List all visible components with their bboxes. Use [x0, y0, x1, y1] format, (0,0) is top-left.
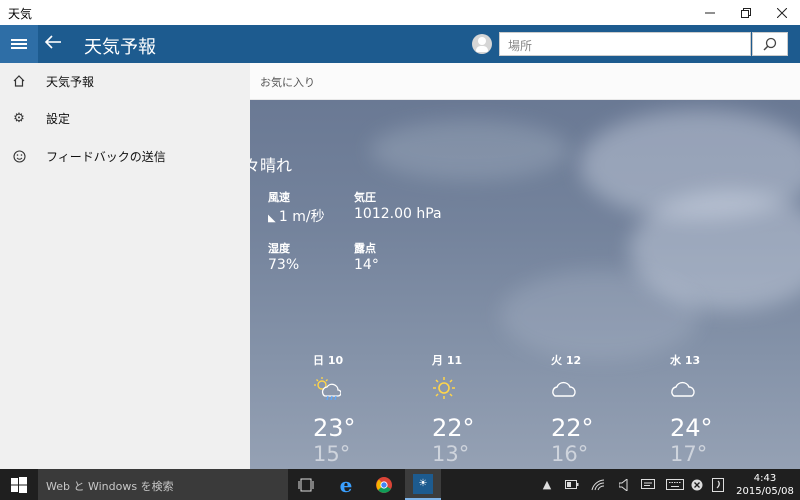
- cloud-icon: [552, 381, 576, 397]
- humidity-value: 73%: [268, 257, 300, 273]
- show-hidden-icons-button[interactable]: ▲: [540, 469, 554, 500]
- forecast-high: 24°: [670, 414, 713, 442]
- wind-direction-icon: ◣: [268, 213, 279, 224]
- wind-label: 風速: [268, 191, 290, 204]
- cloud-icon: [671, 381, 695, 397]
- forecast-high: 22°: [432, 414, 475, 442]
- favorites-label[interactable]: お気に入り: [260, 74, 315, 90]
- cloud-background: [500, 270, 700, 360]
- clock-date: 2015/05/08: [736, 486, 794, 497]
- search-icon: [763, 37, 777, 51]
- forecast-day[interactable]: 火 12 22° 16°: [551, 352, 631, 466]
- task-view-button[interactable]: [288, 469, 324, 500]
- speaker-icon: [619, 478, 628, 491]
- chrome-icon: [376, 476, 392, 493]
- app-title: 天気予報: [84, 37, 156, 58]
- nav-item-feedback[interactable]: フィードバックの送信: [0, 138, 250, 174]
- forecast-high: 22°: [551, 414, 594, 442]
- forecast-low: 16°: [551, 442, 589, 466]
- ime-icon: [712, 477, 724, 492]
- notification-icon: [641, 478, 655, 489]
- action-center-button[interactable]: [638, 469, 658, 500]
- nav-item-label: フィードバックの送信: [46, 149, 166, 164]
- chrome-button[interactable]: [366, 469, 402, 500]
- forecast-day-label: 月 11: [432, 354, 463, 367]
- pressure-label: 気圧: [354, 191, 376, 204]
- nav-item-forecast[interactable]: 天気予報: [0, 63, 250, 99]
- app-header: 天気予報 場所: [0, 25, 800, 63]
- taskbar: Web と Windows を検索 e ☀ ▲ 4:43 2015/05/08: [0, 469, 800, 500]
- ime-indicator[interactable]: [708, 469, 728, 500]
- dewpoint-label: 露点: [354, 242, 376, 255]
- home-icon: [11, 73, 27, 89]
- restore-icon: [741, 7, 751, 18]
- hamburger-menu-button[interactable]: [0, 25, 38, 63]
- back-button[interactable]: [44, 32, 62, 56]
- forecast-low: 15°: [313, 442, 351, 466]
- close-circle-icon: [691, 479, 703, 490]
- minimize-icon: [705, 12, 715, 13]
- keyboard-button[interactable]: [664, 469, 686, 500]
- forecast-day[interactable]: 水 13 24° 17°: [670, 352, 750, 466]
- forecast-day-label: 水 13: [670, 354, 701, 367]
- window-titlebar: 天気: [0, 0, 800, 25]
- start-button[interactable]: [0, 469, 38, 500]
- chevron-up-icon: ▲: [542, 478, 552, 491]
- nav-item-settings[interactable]: ⚙ 設定: [0, 100, 250, 136]
- edge-icon: e: [339, 472, 353, 497]
- forecast-low: 13°: [432, 442, 470, 466]
- weather-app-icon: ☀: [413, 473, 433, 494]
- nav-item-label: 設定: [46, 111, 71, 126]
- rain-sun-icon: [314, 377, 342, 401]
- current-condition: 々晴れ: [250, 156, 293, 175]
- forecast-low: 17°: [670, 442, 708, 466]
- minimize-button[interactable]: [694, 0, 726, 25]
- nav-item-label: 天気予報: [46, 74, 95, 89]
- forecast-day-label: 日 10: [313, 354, 344, 367]
- taskbar-search-input[interactable]: Web と Windows を検索: [38, 469, 288, 500]
- wind-value: ◣ 1 m/秒: [268, 209, 325, 225]
- wifi-icon: [591, 479, 605, 490]
- network-indicator[interactable]: [588, 469, 608, 500]
- close-button[interactable]: [766, 0, 798, 25]
- sun-icon: [433, 377, 455, 399]
- cloud-background: [370, 120, 570, 180]
- battery-icon: [565, 480, 579, 489]
- close-icon: [777, 7, 787, 18]
- user-account-icon[interactable]: [472, 34, 492, 54]
- location-search-input[interactable]: 場所: [499, 32, 751, 56]
- maximize-button[interactable]: [730, 0, 762, 25]
- clock-time: 4:43: [753, 473, 777, 484]
- window-title: 天気: [8, 7, 33, 21]
- hamburger-icon: [11, 37, 27, 51]
- volume-indicator[interactable]: [614, 469, 634, 500]
- forecast-high: 23°: [313, 414, 356, 442]
- dewpoint-value: 14°: [354, 257, 379, 273]
- side-navigation: 天気予報 ⚙ 設定 フィードバックの送信: [0, 63, 250, 469]
- weather-panel: 々晴れ 風速 ◣ 1 m/秒 気圧 1012.00 hPa 湿度 73% 露点 …: [250, 100, 800, 469]
- input-indicator[interactable]: [689, 469, 705, 500]
- keyboard-icon: [666, 479, 684, 490]
- favorites-bar: お気に入り: [250, 63, 800, 100]
- taskbar-clock[interactable]: 4:43 2015/05/08: [735, 472, 795, 498]
- humidity-label: 湿度: [268, 242, 290, 255]
- forecast-day[interactable]: 日 10 23° 15°: [313, 352, 393, 466]
- pressure-value: 1012.00 hPa: [354, 206, 442, 222]
- gear-icon: ⚙: [13, 110, 25, 126]
- task-view-icon: [298, 478, 314, 491]
- back-arrow-icon: [44, 35, 61, 49]
- windows-logo-icon: [11, 476, 27, 493]
- search-button[interactable]: [752, 32, 788, 56]
- forecast-day[interactable]: 月 11 22° 13°: [432, 352, 512, 466]
- smiley-icon: [11, 148, 27, 164]
- forecast-day-label: 火 12: [551, 354, 582, 367]
- weather-app-taskbar-button[interactable]: ☀: [405, 469, 441, 500]
- battery-indicator[interactable]: [562, 469, 582, 500]
- edge-browser-button[interactable]: e: [328, 469, 364, 500]
